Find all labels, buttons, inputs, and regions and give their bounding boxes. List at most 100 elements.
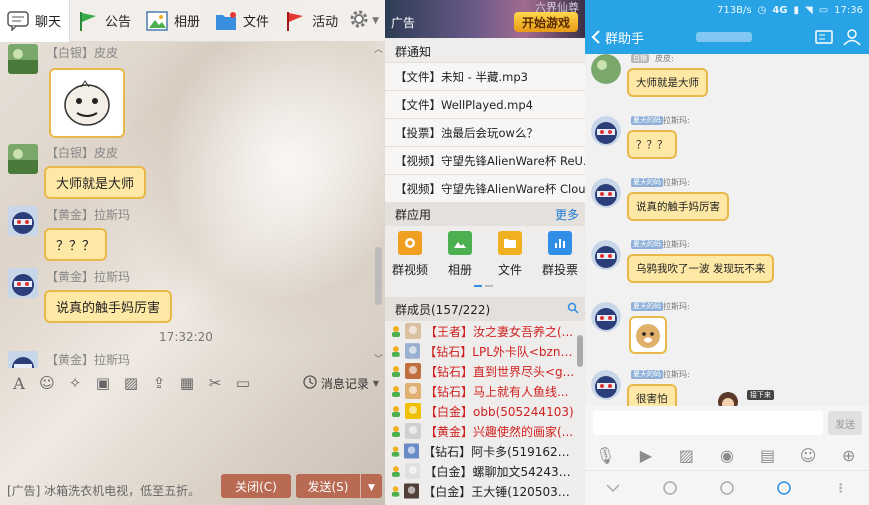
red-packet-icon[interactable]: ▤ [758, 445, 778, 465]
sticker-image[interactable] [629, 316, 667, 354]
tab-chat[interactable]: 聊天 [0, 0, 71, 42]
android-nav-bar: ⋮ [585, 470, 869, 505]
sender-name: 拉斯玛: [663, 178, 690, 187]
gif-button[interactable]: ▣ [92, 372, 114, 394]
notice-item[interactable]: 【投票】浊最后会玩ow么？ [385, 118, 585, 146]
member-row[interactable]: 【白金】obb(505244103) [385, 401, 575, 421]
emoji-icon[interactable]: ☺ [798, 445, 818, 465]
scroll-up-icon[interactable]: ︿ [374, 42, 383, 55]
avatar [591, 302, 621, 332]
notice-item[interactable]: 【视频】守望先锋AlienWare杯 Clou... [385, 174, 585, 202]
member-row[interactable]: 【白金】螺聊加文542430... [385, 461, 575, 481]
scrollbar-thumb[interactable] [375, 247, 382, 305]
upload-icon: ⇪ [152, 374, 166, 392]
message-bubble[interactable]: 说真的触手妈厉害 [44, 290, 173, 323]
rank-badge: 白银 [631, 54, 649, 63]
video-icon[interactable]: ▶ [636, 445, 656, 465]
chevron-down-icon: ▼ [372, 378, 379, 388]
microphone-icon[interactable]: 🎙︎ [595, 445, 615, 465]
more-vertical-icon[interactable]: ⋮ [832, 479, 850, 497]
plus-icon[interactable]: ⊕ [839, 445, 859, 465]
message-bubble[interactable]: 说真的触手妈厉害 [627, 192, 729, 221]
member-status-icon [391, 466, 400, 477]
more-tools-button[interactable]: ▭ [232, 372, 254, 394]
rank-badge: 夏天的码 [631, 302, 663, 311]
member-row[interactable]: 【钻石】LPL外卡队<bznk... [385, 341, 575, 361]
history-button[interactable]: 消息记录 ▼ [303, 374, 379, 392]
image-icon[interactable]: ▨ [676, 445, 696, 465]
group-card-button[interactable] [813, 26, 835, 48]
message-bubble[interactable]: 乌鸦我吹了一波 发现玩不来 [627, 254, 775, 283]
member-scrollbar[interactable] [575, 321, 585, 505]
app-group-video[interactable]: 群视频 [385, 228, 435, 286]
member-row[interactable]: 【白金】王大锤(12050391... [385, 481, 575, 501]
tab-album[interactable]: 相册 [139, 0, 208, 42]
member-name: 【钻石】马上就有人鱼线... [425, 384, 569, 399]
start-game-button[interactable]: 开始游戏 [514, 12, 578, 32]
ad-banner[interactable]: 广告 六界仙尊 开始游戏 [385, 0, 585, 38]
send-options-button[interactable]: ▼ [360, 474, 382, 498]
gift-button[interactable]: ▦ [176, 372, 198, 394]
more-apps-link[interactable]: 更多 [555, 206, 579, 223]
message-scrollbar[interactable]: ︿ ﹀ [372, 42, 385, 368]
app-files[interactable]: 文件 [485, 228, 535, 286]
tab-files[interactable]: 文件 [208, 0, 277, 42]
phone-message-input[interactable] [593, 411, 823, 435]
recent-apps-icon[interactable] [775, 479, 793, 497]
tab-album-label: 相册 [174, 15, 201, 30]
tab-activity[interactable]: 活动 [277, 0, 346, 42]
back-circle-icon[interactable] [661, 479, 679, 497]
member-status-icon [391, 446, 400, 457]
notice-item[interactable]: 【文件】WellPlayed.mp4 [385, 90, 585, 118]
app-album[interactable]: 相册 [435, 228, 485, 286]
menu-icon[interactable] [604, 479, 622, 497]
chat-window: 聊天 公告 相册 文件 活动 ▼ 【白银】皮皮 【白银】皮皮 大师就是大师 【黄… [0, 0, 385, 505]
floating-character[interactable]: 接下来 [713, 390, 777, 406]
tab-announcement[interactable]: 公告 [70, 0, 139, 42]
settings-button[interactable]: ▼ [348, 8, 379, 33]
share-button[interactable]: ⇪ [148, 372, 170, 394]
member-name: 【白金】obb(505244103) [425, 404, 574, 419]
screenshot-button[interactable]: ✂ [204, 372, 226, 394]
send-button[interactable]: 发送(S) ▼ [296, 474, 382, 498]
member-row[interactable]: 【黄金】兴趣使然的画家(... [385, 421, 575, 441]
image-button[interactable]: ▨ [120, 372, 142, 394]
home-icon[interactable] [718, 479, 736, 497]
search-icon[interactable] [567, 302, 579, 317]
group-members-button[interactable] [841, 26, 863, 48]
member-row[interactable]: 【钻石】阿卡多(519162324) [385, 441, 575, 461]
member-row[interactable]: 【王者】汝之妻女吾养之(... [385, 321, 575, 341]
message-bubble[interactable]: ？？？ [44, 228, 108, 261]
notice-item[interactable]: 【文件】未知 - 半藏.mp3 [385, 62, 585, 90]
battery-icon: ▭ [818, 4, 829, 16]
magic-button[interactable]: ✧ [64, 372, 86, 394]
message-bubble[interactable]: ？？？ [627, 130, 677, 159]
avatar [591, 240, 621, 270]
message-bubble[interactable]: 大师就是大师 [627, 68, 708, 97]
scroll-down-icon[interactable]: ﹀ [374, 352, 383, 365]
rank-badge: 夏天的码 [631, 240, 663, 249]
ad-label: 广告 [391, 16, 416, 30]
app-label: 群投票 [541, 263, 578, 277]
member-row[interactable]: 【钻石】直到世界尽头<g... [385, 361, 575, 381]
footer-ad-text[interactable]: [广告] 冰箱洗衣机电视，低至五折。 [7, 482, 200, 499]
phone-send-button[interactable]: 发送 [828, 411, 862, 435]
app-vote[interactable]: 群投票 [535, 228, 585, 286]
phone-screen: 713B/s ◷ 4G ▮ ◥ ▭ 17:36 群助手 白银 皮皮: 大师就是大师夏… [585, 0, 869, 505]
back-button[interactable]: 群助手 [591, 28, 644, 47]
message-bubble[interactable]: 大师就是大师 [44, 166, 147, 199]
emoticon-image[interactable] [49, 68, 125, 138]
member-avatar [404, 443, 420, 459]
message-bubble[interactable]: 很害怕 [627, 384, 677, 406]
notice-item[interactable]: 【视频】守望先锋AlienWare杯 ReU... [385, 146, 585, 174]
emoji-button[interactable]: ☺ [36, 372, 58, 394]
status-bar: 713B/s ◷ 4G ▮ ◥ ▭ 17:36 [585, 0, 869, 20]
scrollbar-thumb[interactable] [577, 335, 583, 367]
member-row[interactable]: 【钻石】马上就有人鱼线... [385, 381, 575, 401]
camera-icon[interactable]: ◉ [717, 445, 737, 465]
font-button[interactable]: A [8, 372, 30, 394]
message-input[interactable] [0, 397, 385, 472]
members-title: 群成员(157/222) [395, 302, 491, 317]
close-button[interactable]: 关闭(C) [221, 474, 291, 498]
file-app-icon [498, 231, 522, 255]
